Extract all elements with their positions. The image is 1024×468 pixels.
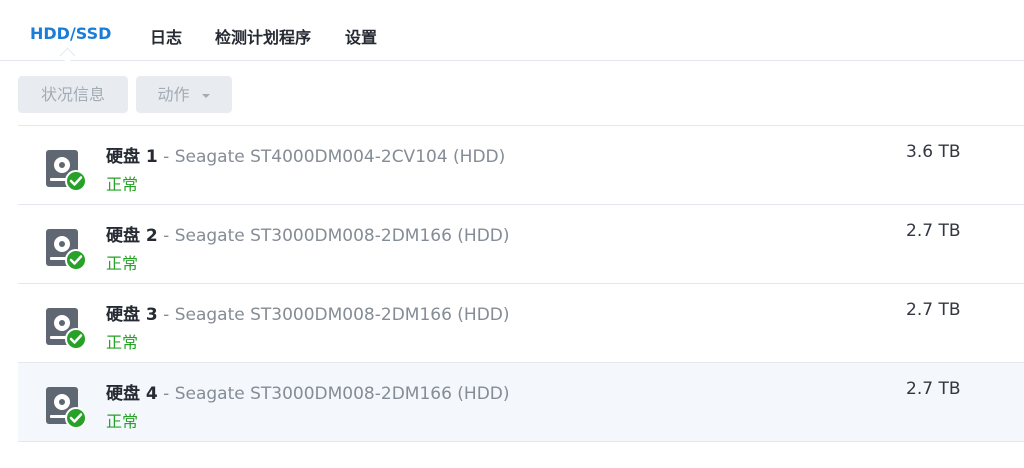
action-dropdown-button[interactable]: 动作	[136, 76, 232, 113]
disk-model: - Seagate ST4000DM004-2CV104 (HDD)	[157, 147, 506, 167]
tab-settings[interactable]: 设置	[345, 24, 377, 48]
hdd-healthy-icon	[46, 229, 87, 271]
disk-size: 2.7 TB	[906, 379, 961, 399]
disk-size: 3.6 TB	[906, 142, 961, 162]
disk-model: - Seagate ST3000DM008-2DM166 (HDD)	[157, 226, 510, 246]
disk-row-selected[interactable]: 硬盘 4 - Seagate ST3000DM008-2DM166 (HDD) …	[18, 363, 1024, 442]
disk-status: 正常	[106, 175, 139, 194]
hdd-healthy-icon	[46, 150, 87, 192]
action-label: 动作	[157, 85, 190, 104]
disk-model: - Seagate ST3000DM008-2DM166 (HDD)	[157, 384, 510, 404]
disk-name: 硬盘 2	[106, 226, 158, 246]
disk-row[interactable]: 硬盘 1 - Seagate ST4000DM004-2CV104 (HDD) …	[18, 126, 1024, 205]
active-tab-indicator	[59, 47, 76, 64]
disk-model: - Seagate ST3000DM008-2DM166 (HDD)	[157, 305, 510, 325]
hdd-healthy-icon	[46, 308, 87, 350]
tab-bar: HDD/SSD 日志 检测计划程序 设置	[0, 0, 1024, 64]
tab-test-scheduler[interactable]: 检测计划程序	[215, 24, 311, 48]
disk-status: 正常	[106, 333, 139, 352]
hdd-healthy-icon	[46, 387, 87, 429]
disk-status: 正常	[106, 254, 139, 273]
disk-title: 硬盘 1 - Seagate ST4000DM004-2CV104 (HDD)	[106, 142, 505, 167]
tab-log[interactable]: 日志	[150, 24, 182, 48]
tab-hdd-ssd[interactable]: HDD/SSD	[30, 24, 111, 43]
caret-down-icon	[201, 93, 210, 98]
disk-title: 硬盘 4 - Seagate ST3000DM008-2DM166 (HDD)	[106, 379, 510, 404]
disk-status: 正常	[106, 412, 139, 431]
health-info-label: 状况信息	[40, 85, 105, 104]
disk-row[interactable]: 硬盘 3 - Seagate ST3000DM008-2DM166 (HDD) …	[18, 284, 1024, 363]
disk-row[interactable]: 硬盘 2 - Seagate ST3000DM008-2DM166 (HDD) …	[18, 205, 1024, 284]
disk-size: 2.7 TB	[906, 221, 961, 241]
disk-name: 硬盘 3	[106, 305, 158, 325]
health-info-button[interactable]: 状况信息	[18, 76, 128, 113]
disk-title: 硬盘 2 - Seagate ST3000DM008-2DM166 (HDD)	[106, 221, 510, 246]
disk-name: 硬盘 4	[106, 384, 158, 404]
disk-size: 2.7 TB	[906, 300, 961, 320]
disk-list: 硬盘 1 - Seagate ST4000DM004-2CV104 (HDD) …	[18, 125, 1024, 442]
disk-name: 硬盘 1	[106, 147, 158, 167]
disk-title: 硬盘 3 - Seagate ST3000DM008-2DM166 (HDD)	[106, 300, 510, 325]
